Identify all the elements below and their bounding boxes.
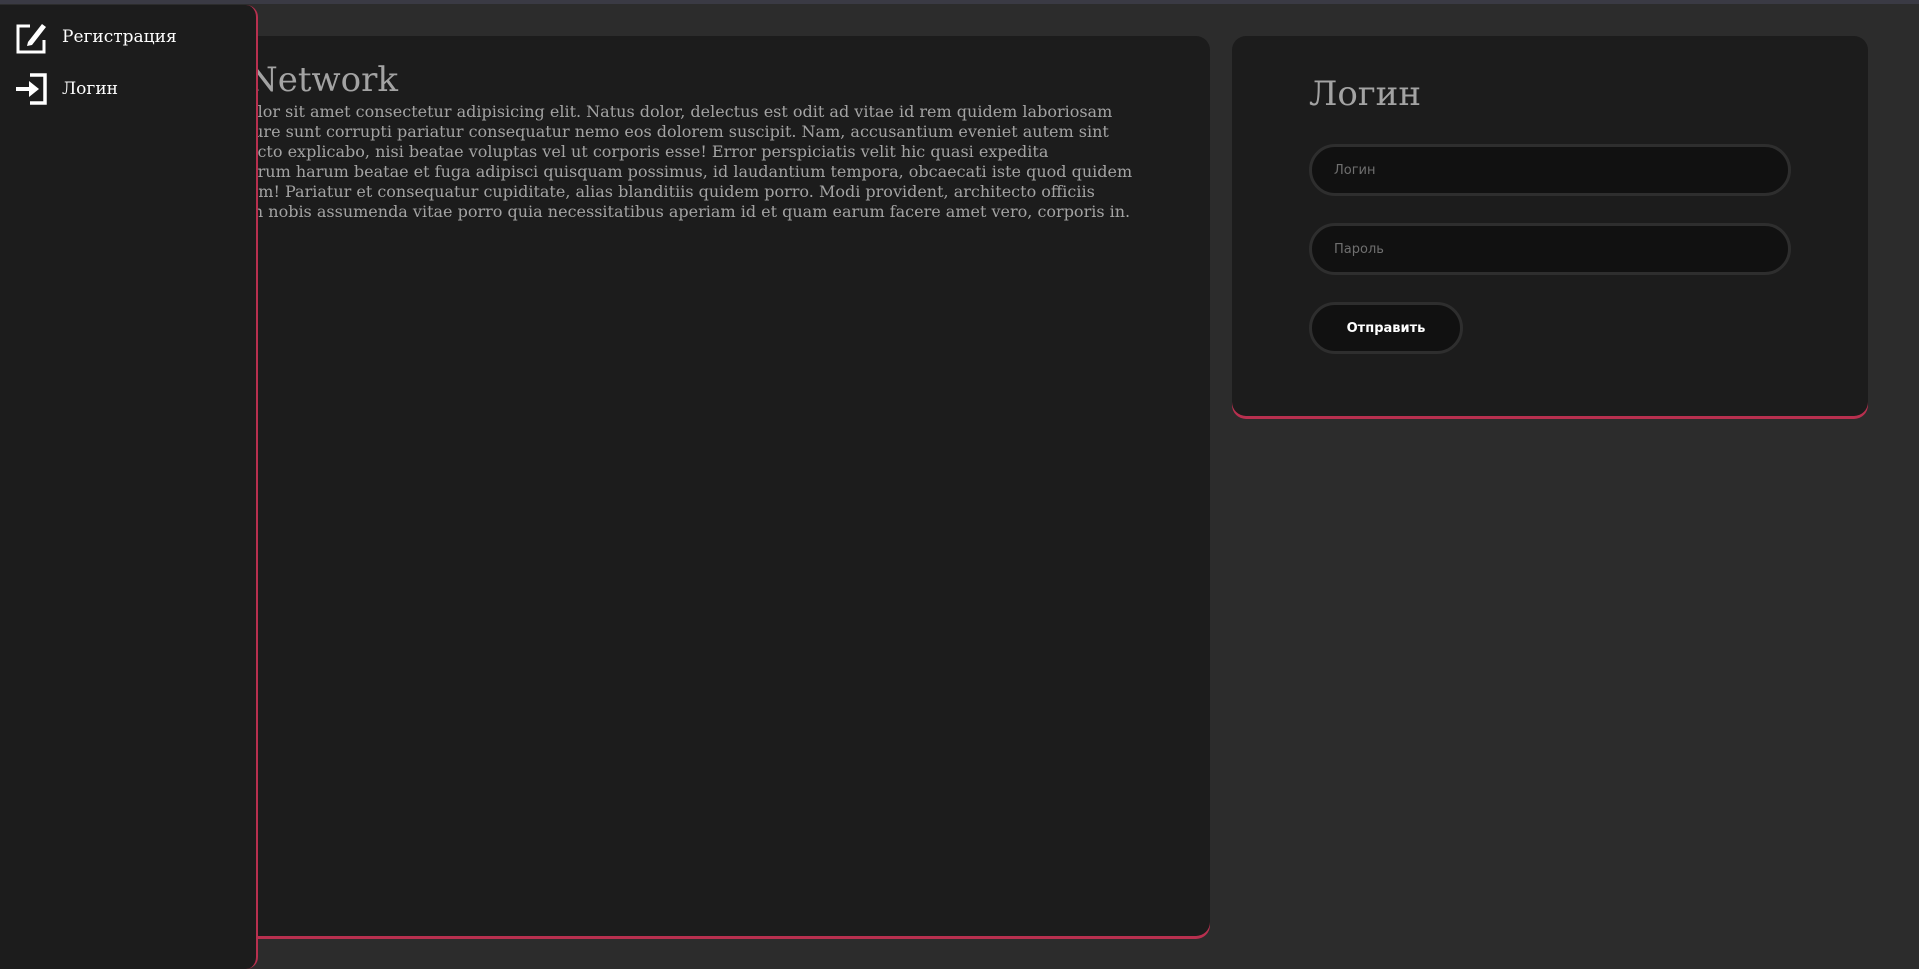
sidebar-item-login[interactable]: Логин	[14, 71, 118, 107]
description-line: orum harum beatae et fuga adipisci quisq…	[248, 162, 1133, 181]
sidebar: Регистрация Логин	[0, 5, 258, 969]
password-input[interactable]	[1309, 223, 1791, 275]
network-card: Network olor sit amet consectetur adipis…	[160, 36, 1210, 936]
network-title: Network	[248, 60, 398, 100]
edit-icon	[14, 20, 48, 54]
description-line: ecto explicabo, nisi beatae voluptas vel…	[248, 142, 1049, 161]
sidebar-item-label: Регистрация	[62, 27, 177, 47]
window-top-border	[0, 0, 1919, 4]
description-line: um! Pariatur et consequatur cupiditate, …	[248, 182, 1095, 201]
login-form-title: Логин	[1309, 74, 1421, 114]
login-form-card: Логин Отправить	[1232, 36, 1868, 416]
description-line: m nobis assumenda vitae porro quia neces…	[248, 202, 1131, 221]
network-description: olor sit amet consectetur adipisicing el…	[248, 102, 1188, 222]
sidebar-item-registration[interactable]: Регистрация	[14, 19, 177, 55]
description-line: iure sunt corrupti pariatur consequatur …	[248, 122, 1109, 141]
sidebar-item-label: Логин	[62, 79, 118, 99]
description-line: olor sit amet consectetur adipisicing el…	[248, 102, 1113, 121]
login-input[interactable]	[1309, 144, 1791, 196]
submit-button[interactable]: Отправить	[1309, 302, 1463, 354]
login-icon	[14, 72, 48, 106]
